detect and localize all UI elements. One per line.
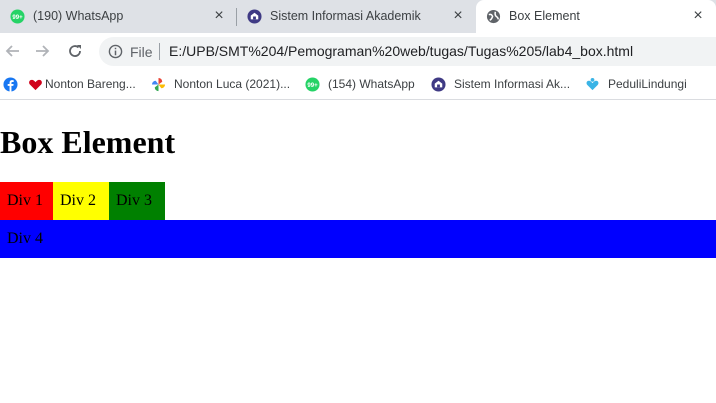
facebook-icon — [3, 76, 18, 92]
university-icon — [247, 9, 262, 24]
bookmark-label: Nonton Luca (2021)... — [174, 77, 291, 91]
div-1-box: Div 1 — [0, 182, 53, 220]
tab-whatsapp[interactable]: 99+ (190) WhatsApp × — [0, 0, 237, 33]
bookmark-label: Sistem Informasi Ak... — [454, 77, 571, 91]
back-button[interactable] — [0, 38, 26, 64]
reload-icon — [69, 45, 81, 57]
div-4-box: Div 4 — [0, 220, 716, 258]
pinwheel-icon — [151, 77, 166, 91]
svg-text:99+: 99+ — [12, 14, 23, 21]
tab-title: (190) WhatsApp — [33, 9, 124, 23]
tab-close-button[interactable]: × — [688, 6, 708, 26]
tab-box-element[interactable]: Box Element × — [476, 0, 716, 33]
university-icon — [431, 76, 446, 92]
whatsapp-icon: 99+ — [10, 9, 25, 24]
url-text[interactable]: E:/UPB/SMT%204/Pemograman%20web/tugas/Tu… — [169, 43, 633, 59]
address-divider — [159, 43, 160, 60]
tab-strip: 99+ (190) WhatsApp × Sistem Informasi Ak… — [0, 0, 716, 33]
reload-button[interactable] — [62, 38, 88, 64]
tab-sistem-informasi[interactable]: Sistem Informasi Akademik × — [237, 0, 476, 33]
bookmark-whatsapp[interactable]: 99+ (154) WhatsApp — [305, 76, 415, 92]
bookmark-nonton-bareng[interactable]: Nonton Bareng... — [28, 76, 136, 92]
heart-icon — [29, 79, 42, 90]
forward-arrow-icon — [36, 45, 50, 57]
bookmark-label: PeduliLindungi — [608, 77, 687, 91]
info-icon[interactable] — [108, 44, 123, 59]
svg-text:99+: 99+ — [307, 81, 318, 88]
bookmark-facebook[interactable] — [3, 76, 18, 92]
forward-button[interactable] — [29, 38, 55, 64]
bookmark-sistem-informasi[interactable]: Sistem Informasi Ak... — [431, 76, 570, 92]
div-3-box: Div 3 — [109, 182, 165, 220]
bookmark-label: (154) WhatsApp — [328, 77, 415, 91]
page-heading: Box Element — [0, 124, 176, 160]
address-bar[interactable]: File E:/UPB/SMT%204/Pemograman%20web/tug… — [99, 37, 716, 66]
div-2-box: Div 2 — [53, 182, 109, 220]
bookmark-label: Nonton Bareng... — [45, 77, 136, 91]
bookmark-pedulilindungi[interactable]: PeduliLindungi — [585, 76, 687, 92]
page-viewport: Box Element Div 1 Div 2 Div 3 Div 4 — [0, 100, 716, 403]
tab-close-button[interactable]: × — [209, 6, 229, 26]
tab-close-button[interactable]: × — [448, 6, 468, 26]
pedulilindungi-icon — [586, 77, 599, 90]
globe-icon — [486, 9, 501, 24]
browser-toolbar: File E:/UPB/SMT%204/Pemograman%20web/tug… — [0, 33, 716, 69]
bookmark-nonton-luca[interactable]: Nonton Luca (2021)... — [151, 76, 290, 92]
back-arrow-icon — [5, 45, 19, 57]
bookmarks-bar: Nonton Bareng... Nonton Luca (2021)... 9… — [0, 69, 716, 100]
tab-title: Box Element — [509, 9, 580, 23]
whatsapp-icon: 99+ — [305, 76, 320, 92]
tab-title: Sistem Informasi Akademik — [270, 9, 421, 23]
scheme-label: File — [130, 44, 153, 60]
